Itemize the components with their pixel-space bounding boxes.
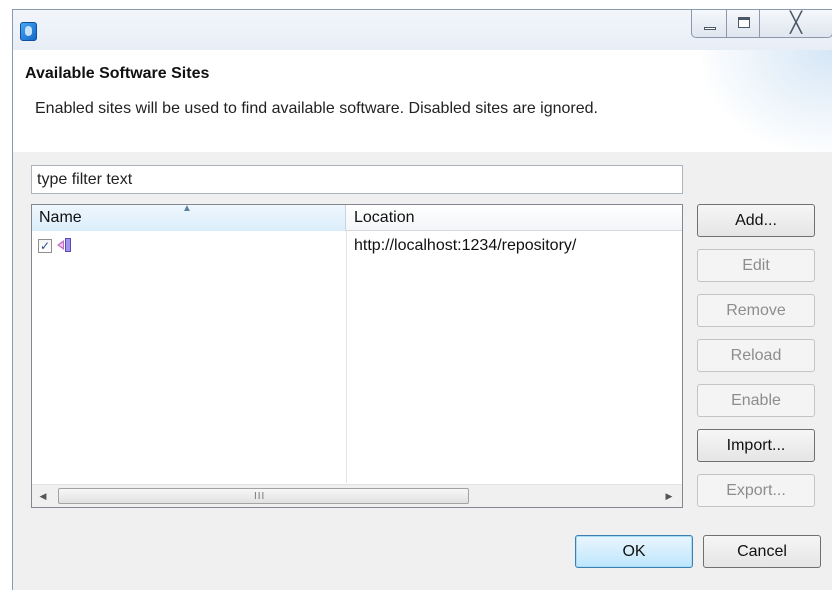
header-banner: Available Software Sites Enabled sites w…: [13, 50, 832, 152]
column-header-location-label: Location: [354, 209, 415, 226]
filter-input[interactable]: type filter text: [31, 165, 683, 194]
table-header: ▲ Name Location: [32, 203, 682, 231]
minimize-icon: [704, 27, 716, 30]
enable-button[interactable]: Enable: [697, 384, 815, 417]
edit-button[interactable]: Edit: [697, 249, 815, 282]
banner-decoration: [703, 50, 832, 152]
column-header-location[interactable]: Location: [347, 205, 682, 231]
window-controls: ╳: [691, 10, 832, 40]
horizontal-scrollbar[interactable]: ◀ III ▶: [32, 484, 682, 507]
reload-button[interactable]: Reload: [697, 339, 815, 372]
add-button[interactable]: Add...: [697, 204, 815, 237]
close-button[interactable]: ╳: [759, 10, 832, 38]
column-header-name[interactable]: ▲ Name: [32, 203, 346, 231]
site-location: http://localhost:1234/repository/: [354, 237, 577, 254]
scroll-grip-icon: III: [254, 491, 266, 502]
column-header-name-label: Name: [39, 209, 82, 226]
maximize-icon: [738, 17, 750, 28]
close-icon: ╳: [790, 12, 803, 34]
scroll-right-icon[interactable]: ▶: [658, 485, 680, 507]
dialog-description: Enabled sites will be used to find avail…: [35, 100, 598, 117]
import-button[interactable]: Import...: [697, 429, 815, 462]
column-divider: [346, 231, 347, 483]
title-bar[interactable]: ╳: [13, 10, 832, 50]
available-software-sites-dialog: ╳ Available Software Sites Enabled sites…: [12, 9, 832, 590]
update-site-icon: [57, 238, 71, 252]
ok-button[interactable]: OK: [575, 535, 693, 568]
maximize-button[interactable]: [726, 10, 760, 38]
scroll-thumb[interactable]: III: [58, 488, 469, 504]
export-button[interactable]: Export...: [697, 474, 815, 507]
minimize-button[interactable]: [691, 10, 727, 38]
table-row[interactable]: ✓ http://localhost:1234/repository/: [32, 233, 682, 259]
sites-table: ▲ Name Location ✓ http://localhost:1234/…: [31, 203, 683, 508]
scroll-left-icon[interactable]: ◀: [32, 485, 54, 507]
remove-button[interactable]: Remove: [697, 294, 815, 327]
sort-ascending-icon: ▲: [182, 203, 192, 214]
cancel-button[interactable]: Cancel: [703, 535, 821, 568]
eclipse-icon: [20, 22, 37, 41]
dialog-title: Available Software Sites: [25, 65, 210, 82]
site-enabled-checkbox[interactable]: ✓: [38, 239, 52, 253]
